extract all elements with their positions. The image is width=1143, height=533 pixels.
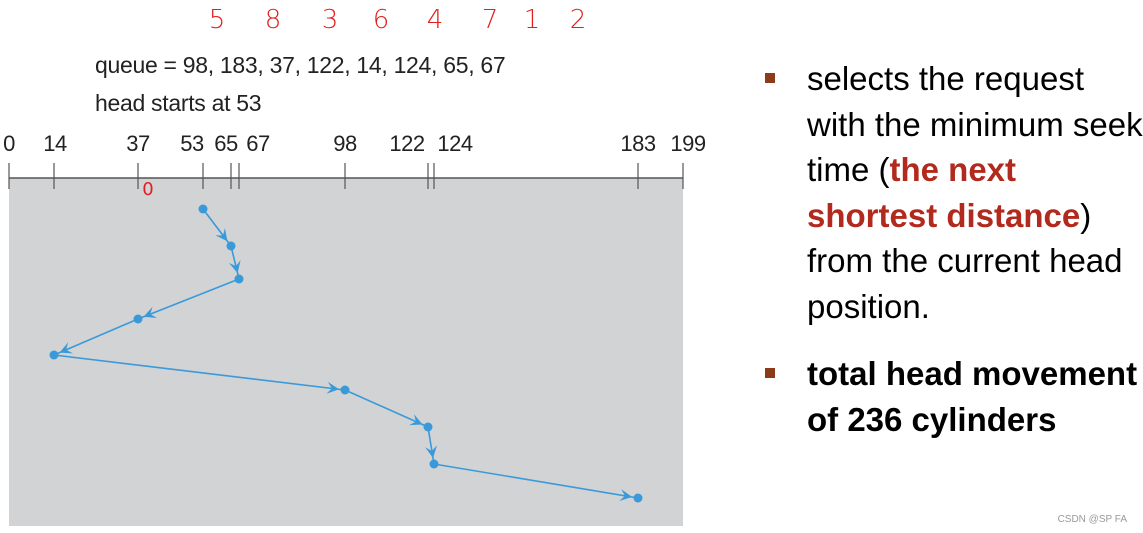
bullet-square-icon <box>765 368 775 378</box>
request-point <box>633 493 643 503</box>
service-order-annotation: 7 <box>482 5 499 35</box>
bullet-text: total head movement of 236 cylinders <box>807 355 1138 438</box>
service-order-annotation: 5 <box>209 5 226 35</box>
bullet-list: selects the request with the minimum see… <box>760 56 1143 442</box>
tick-label: 98 <box>333 131 357 156</box>
service-order-annotation: 8 <box>265 5 282 35</box>
request-point <box>198 204 208 214</box>
service-order-annotation: 1 <box>524 5 541 35</box>
head-start-label: head starts at 53 <box>95 90 262 116</box>
request-point <box>49 350 59 360</box>
request-point <box>133 314 143 324</box>
start-annotation: 0 <box>142 179 153 200</box>
tick-label: 183 <box>620 131 655 156</box>
request-point <box>340 385 350 395</box>
bullet-total-movement: total head movement of 236 cylinders <box>760 351 1143 442</box>
bullet-square-icon <box>765 73 775 83</box>
tick-label: 67 <box>246 131 270 156</box>
queue-label: queue = 98, 183, 37, 122, 14, 124, 65, 6… <box>95 52 506 78</box>
request-point <box>423 422 433 432</box>
tick-label: 53 <box>180 131 204 156</box>
watermark: CSDN @SP FA <box>1057 514 1127 525</box>
service-order-annotation: 6 <box>373 5 390 35</box>
bullet-description: selects the request with the minimum see… <box>760 56 1143 329</box>
service-order-annotation: 4 <box>427 5 444 35</box>
request-point <box>226 241 236 251</box>
track-panel <box>9 178 683 526</box>
tick-label: 0 <box>3 131 15 156</box>
tick-label: 37 <box>126 131 150 156</box>
tick-label: 14 <box>43 131 67 156</box>
service-order-annotation: 3 <box>322 5 339 35</box>
tick-label: 124 <box>437 131 472 156</box>
service-order-annotation: 2 <box>570 5 587 35</box>
tick-label: 199 <box>670 131 705 156</box>
request-point <box>234 274 244 284</box>
tick-label: 122 <box>389 131 424 156</box>
request-point <box>429 459 439 469</box>
sstf-diagram: 0 14 37 53 65 67 98 122 124 183 199 5 8 3 6 4 7 1 2 0 <box>3 5 706 526</box>
tick-label: 65 <box>214 131 238 156</box>
